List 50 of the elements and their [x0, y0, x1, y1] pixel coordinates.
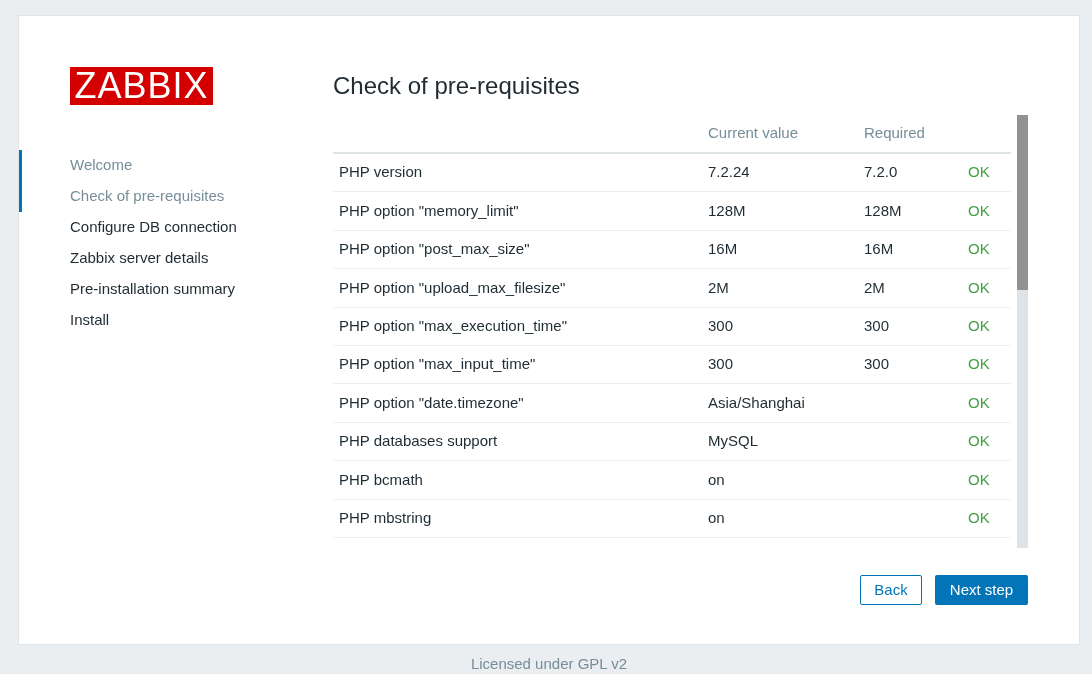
table-cell: MySQL: [708, 432, 758, 450]
table-cell: 300: [708, 355, 734, 373]
table-cell: PHP version: [339, 163, 423, 181]
table-cell: PHP option "upload_max_filesize": [339, 278, 566, 296]
step-item: Check of pre-requisites: [19, 181, 333, 212]
license-text: Licensed under GPL v2: [470, 655, 628, 672]
status-text: OK: [968, 470, 990, 488]
table-cell: 300: [708, 317, 734, 334]
step-item: Configure DB connection: [69, 217, 238, 238]
step-item: Zabbix server details: [69, 248, 210, 269]
table-cell: 7.2.24: [708, 163, 750, 181]
scrollbar[interactable]: [1017, 115, 1028, 548]
column-header: Current value: [708, 124, 799, 142]
table-cell: 2M: [708, 278, 729, 296]
table-cell: on: [708, 508, 725, 526]
table-cell: 7.2.0: [864, 163, 898, 181]
table-cell: PHP databases support: [339, 432, 498, 450]
table-cell: PHP mbstring: [339, 508, 432, 526]
back-button[interactable]: Back: [860, 575, 922, 605]
table-cell: PHP option "max_input_time": [339, 355, 536, 373]
status-text: OK: [968, 317, 990, 334]
page-title: Check of pre-requisites: [333, 71, 580, 101]
table-cell: 300: [864, 317, 890, 334]
status-text: OK: [968, 240, 990, 258]
next-step-button[interactable]: Next step: [935, 575, 1028, 605]
step-item: Install: [69, 310, 111, 331]
status-text: OK: [968, 508, 990, 526]
table-cell: 16M: [864, 240, 894, 258]
column-header: Required: [864, 124, 925, 142]
status-text: OK: [968, 355, 990, 373]
status-text: OK: [968, 201, 990, 219]
status-text: OK: [968, 432, 990, 450]
table-cell: 300: [864, 355, 890, 373]
status-text: OK: [968, 163, 990, 181]
status-text: OK: [968, 278, 990, 296]
table-cell: PHP option "post_max_size": [339, 240, 530, 258]
table-cell: 16M: [708, 240, 738, 258]
table-cell: PHP bcmath: [339, 470, 423, 488]
step-item: Welcome: [19, 150, 333, 181]
logo: ZABBIX: [70, 67, 213, 105]
status-text: OK: [968, 393, 990, 411]
table-cell: 2M: [864, 278, 885, 296]
table-cell: 128M: [864, 201, 902, 219]
table-cell: PHP option "date.timezone": [339, 393, 524, 411]
table-cell: on: [708, 470, 725, 488]
table-cell: PHP option "max_execution_time": [339, 317, 567, 334]
table-cell: 128M: [708, 201, 746, 219]
table-cell: PHP option "memory_limit": [339, 201, 519, 219]
step-item: Pre-installation summary: [69, 279, 237, 300]
table-cell: Asia/Shanghai: [708, 393, 805, 411]
